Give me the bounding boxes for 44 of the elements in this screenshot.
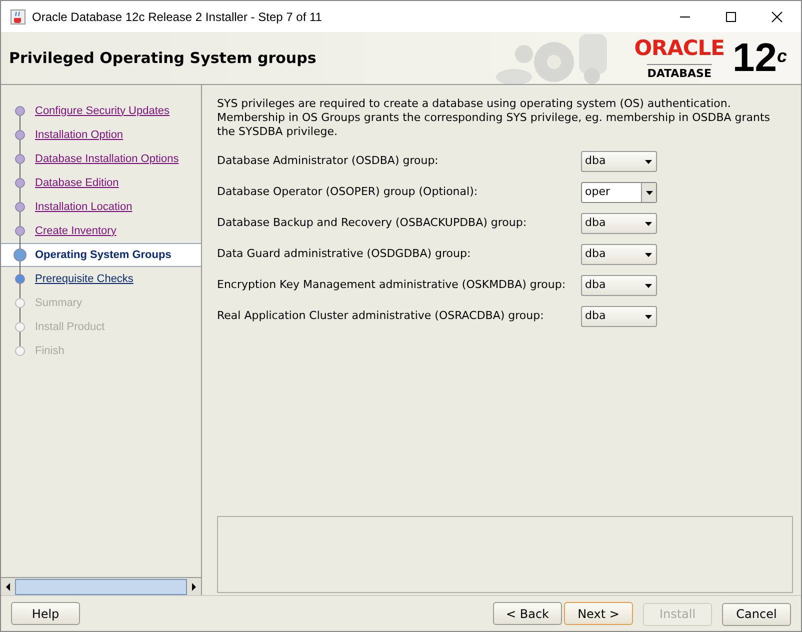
help-button[interactable]: Help (11, 602, 80, 625)
group-label: Real Application Cluster administrative (OSRACDBA) group: (217, 308, 545, 324)
java-cup-icon (10, 8, 26, 24)
group-label: Database Administrator (OSDBA) group: (217, 153, 440, 170)
group-label: Database Backup and Recovery (OSBACKUPDBA) group: (217, 215, 528, 232)
oracle-logo: ORACLE (634, 38, 724, 58)
back-button[interactable]: < Back (493, 602, 562, 625)
step-node-icon (12, 171, 28, 195)
group-label: Data Guard administrative (OSDGDBA) group: (217, 246, 472, 262)
group-label: Encryption Key Management administrative (OSKMDBA) group: (217, 277, 567, 294)
step-node-icon (12, 291, 28, 315)
window-title: Oracle Database 12c Release 2 Installer - Step 7 of 11 (32, 8, 322, 26)
step-item[interactable]: Database Edition (1, 171, 201, 195)
step-node-icon (12, 123, 28, 147)
group-label: Database Operator (OSOPER) group (Optional): (217, 184, 479, 200)
group-dropdown[interactable]: dba (581, 151, 657, 172)
next-button[interactable]: Next > (564, 602, 633, 625)
step-node-icon (12, 315, 28, 339)
page-title: Privileged Operating System groups (9, 48, 316, 69)
group-dropdown[interactable]: dba (581, 244, 657, 265)
step-item[interactable]: Create Inventory (1, 219, 201, 243)
database-label: DATABASE (647, 64, 712, 78)
cancel-button[interactable]: Cancel (722, 602, 791, 626)
step-item[interactable]: Installation Option (1, 123, 201, 147)
step-node-icon (12, 219, 28, 243)
step-node-icon (12, 195, 28, 219)
step-item[interactable]: Installation Location (1, 195, 201, 219)
group-dropdown[interactable]: dba (581, 275, 657, 296)
horizontal-scrollbar[interactable] (1, 577, 201, 595)
step-item[interactable]: Prerequisite Checks (1, 267, 201, 291)
step-item[interactable]: Operating System Groups (1, 243, 201, 267)
description-text: SYS privileges are required to create a database using operating system (OS) authentication. Membership in OS Groups grants the corresponding SYS privilege, eg. membership in OSDBA grants the SYSDBA privilege. (217, 97, 772, 139)
step-node-icon (12, 267, 28, 291)
group-dropdown[interactable]: dba (581, 306, 657, 327)
close-icon[interactable] (771, 10, 783, 22)
scrollbar-thumb[interactable] (15, 578, 187, 594)
step-item[interactable]: Configure Security Updates (1, 99, 201, 123)
version-logo: 12$^{c}$ (732, 38, 787, 78)
step-node-icon (12, 243, 28, 267)
group-dropdown[interactable]: dba (581, 213, 657, 234)
maximize-icon[interactable] (725, 10, 737, 22)
step-node-icon (12, 147, 28, 171)
group-dropdown[interactable]: oper (581, 182, 657, 203)
step-item[interactable]: Database Installation Options (1, 147, 201, 171)
